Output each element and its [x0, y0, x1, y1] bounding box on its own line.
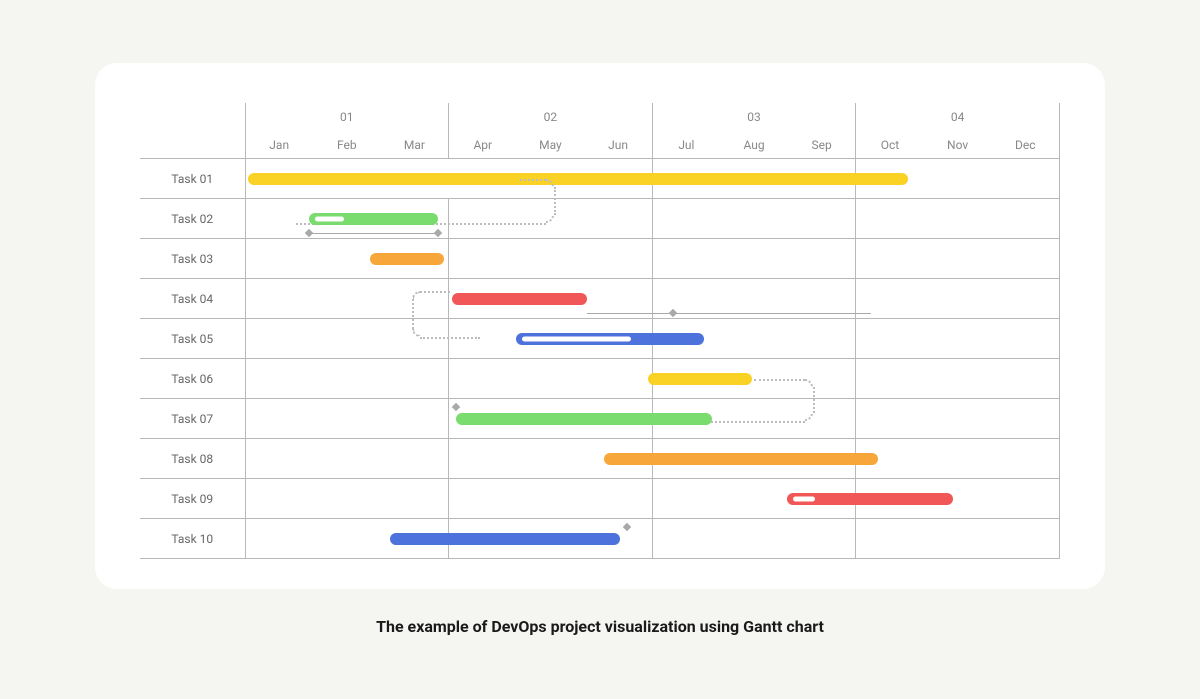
quarter-cell: 04: [856, 103, 1060, 131]
table-row: Task 07: [140, 399, 1060, 439]
gantt-card: 01 02 03 04 Jan Feb Mar Apr May Jun Jul …: [95, 63, 1105, 590]
quarter-header-row: 01 02 03 04: [140, 103, 1060, 131]
progress-indicator: [315, 216, 343, 221]
table-row: Task 06: [140, 359, 1060, 399]
task-label: Task 07: [140, 399, 245, 439]
month-cell: Jul: [652, 131, 720, 159]
table-row: Task 02: [140, 199, 1060, 239]
task-label: Task 02: [140, 199, 245, 239]
month-cell: May: [516, 131, 584, 159]
table-row: Task 10: [140, 519, 1060, 559]
task-label: Task 10: [140, 519, 245, 559]
quarter-cell: 02: [449, 103, 653, 131]
month-cell: Aug: [720, 131, 788, 159]
progress-indicator: [793, 496, 814, 501]
task-label: Task 05: [140, 319, 245, 359]
month-header-row: Jan Feb Mar Apr May Jun Jul Aug Sep Oct …: [140, 131, 1060, 159]
table-row: Task 01: [140, 159, 1060, 199]
table-row: Task 04: [140, 279, 1060, 319]
month-cell: Dec: [992, 131, 1060, 159]
chart-caption: The example of DevOps project visualizat…: [376, 617, 824, 636]
task-label: Task 06: [140, 359, 245, 399]
task-label: Task 08: [140, 439, 245, 479]
gantt-chart: 01 02 03 04 Jan Feb Mar Apr May Jun Jul …: [140, 103, 1060, 560]
table-row: Task 05: [140, 319, 1060, 359]
month-cell: Jan: [245, 131, 313, 159]
gantt-bar: [370, 253, 444, 265]
month-cell: Mar: [381, 131, 449, 159]
milestone-icon: [623, 523, 631, 531]
table-row: Task 08: [140, 439, 1060, 479]
task-label: Task 01: [140, 159, 245, 199]
link-line: [309, 233, 438, 234]
gantt-bar: [452, 293, 587, 305]
task-label: Task 03: [140, 239, 245, 279]
milestone-icon: [669, 309, 677, 317]
month-cell: Jun: [584, 131, 652, 159]
month-cell: Oct: [856, 131, 924, 159]
table-row: Task 09: [140, 479, 1060, 519]
month-cell: Apr: [449, 131, 517, 159]
progress-indicator: [522, 336, 631, 341]
month-cell: Feb: [313, 131, 381, 159]
gantt-bar: [309, 213, 438, 225]
month-cell: Nov: [924, 131, 992, 159]
milestone-icon: [452, 403, 460, 411]
quarter-cell: 01: [245, 103, 449, 131]
task-label: Task 09: [140, 479, 245, 519]
table-row: Task 03: [140, 239, 1060, 279]
task-label: Task 04: [140, 279, 245, 319]
month-cell: Sep: [788, 131, 856, 159]
quarter-cell: 03: [652, 103, 856, 131]
